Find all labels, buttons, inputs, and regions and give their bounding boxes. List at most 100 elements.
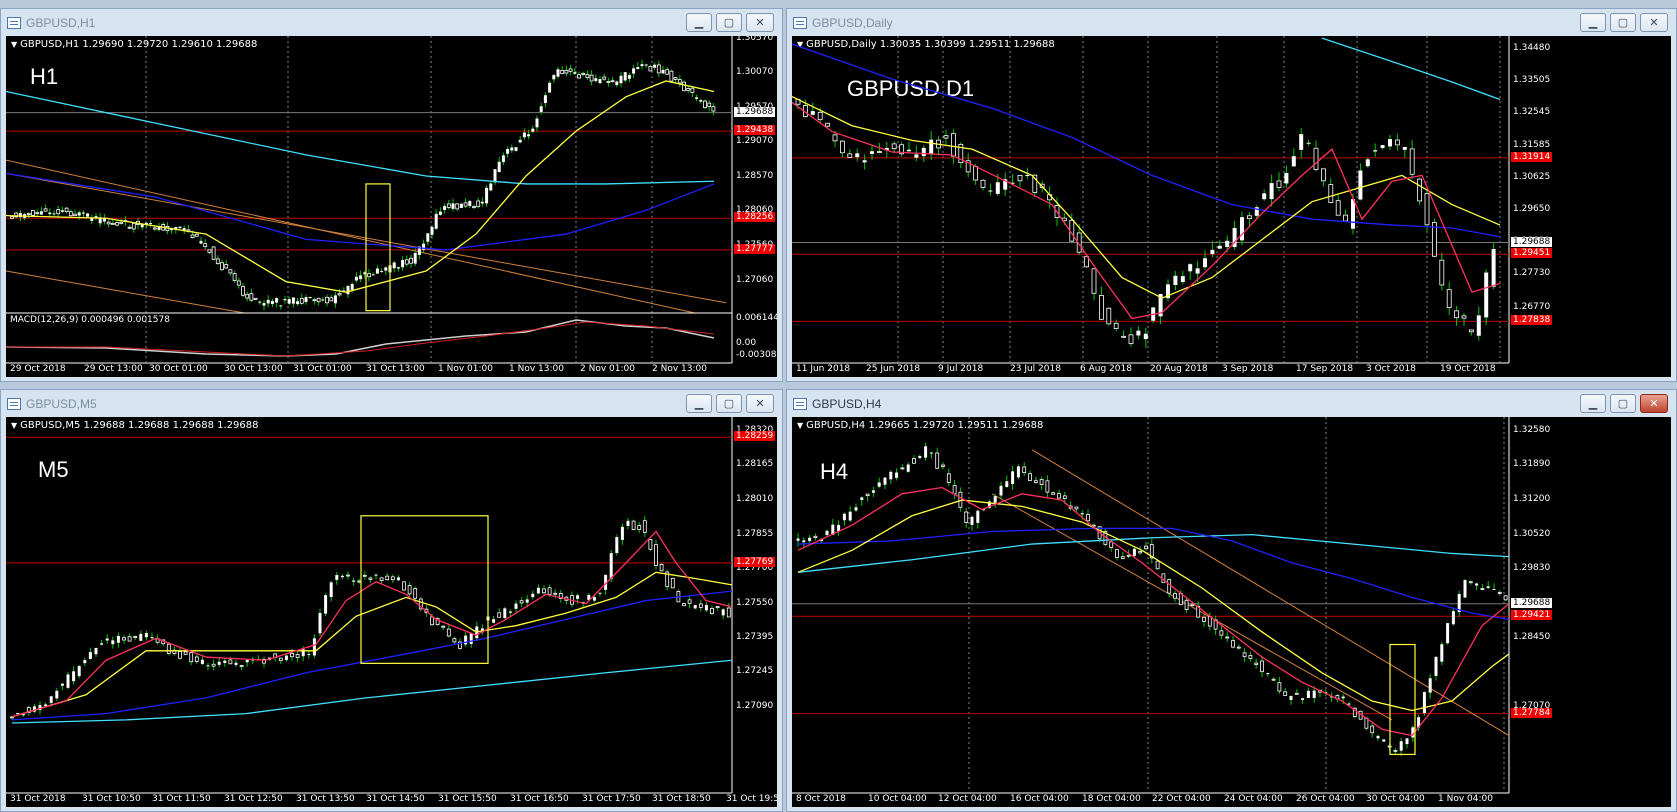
candle-body	[228, 269, 233, 274]
maximize-button[interactable]: ▢	[1610, 394, 1636, 413]
price-scale-label: 1.27060	[736, 275, 774, 285]
title-bar[interactable]: GBPUSD,Daily ▁ ▢ ✕	[787, 9, 1676, 36]
level-price-tag: 1.27777	[734, 243, 776, 254]
candle-body	[1188, 264, 1193, 272]
price-chart[interactable]: ▼ GBPUSD,H1 1.29690 1.29720 1.29610 1.296…	[6, 36, 777, 377]
price-chart[interactable]: ▼ GBPUSD,Daily 1.30035 1.30399 1.29511 1.…	[792, 36, 1671, 377]
price-scale-label: 1.28570	[736, 171, 774, 181]
minimize-icon: ▁	[694, 17, 704, 29]
chart-window-h4[interactable]: GBPUSD,H4 ▁ ▢ ✕ ▼ GBPUSD,H4 1.29665 1.297…	[786, 389, 1677, 812]
candle-body	[636, 67, 640, 70]
candle-body	[508, 611, 512, 613]
candle-body	[375, 268, 379, 274]
minimize-button[interactable]: ▁	[686, 13, 712, 32]
minimize-button[interactable]: ▁	[1580, 13, 1606, 32]
candle-body	[918, 456, 922, 459]
title-bar[interactable]: GBPUSD,M5 ▁ ▢ ✕	[1, 390, 782, 417]
candle-body	[1422, 692, 1426, 714]
candle-body	[35, 212, 40, 215]
time-axis-label: 31 Oct 14:50	[366, 794, 425, 804]
candle-body	[178, 226, 182, 229]
price-scale-label: 1.31890	[1513, 459, 1551, 469]
close-button[interactable]: ✕	[1640, 13, 1668, 32]
candle-body	[1202, 616, 1206, 622]
candle-body	[459, 203, 463, 208]
candle-body	[1062, 495, 1067, 500]
candle-body	[522, 132, 526, 138]
chart-window-h1[interactable]: GBPUSD,H1 ▁ ▢ ✕ ▼ GBPUSD,H1 1.29690 1.297…	[0, 8, 783, 382]
candle-body	[535, 118, 539, 128]
level-price-tag: 1.27784	[1511, 707, 1553, 718]
candle-body	[665, 69, 670, 75]
candle-body	[1195, 268, 1200, 274]
time-axis-label: 2 Nov 01:00	[580, 364, 635, 374]
candle-body	[68, 211, 73, 217]
candle-body	[637, 525, 642, 530]
candle-body	[178, 651, 182, 659]
maximize-button[interactable]: ▢	[716, 13, 742, 32]
candle-body	[350, 283, 354, 290]
candle-body	[55, 690, 59, 699]
price-chart[interactable]: ▼ GBPUSD,H4 1.29665 1.29720 1.29511 1.296…	[792, 417, 1671, 807]
candle-body	[1136, 330, 1141, 336]
candle-body	[86, 213, 90, 217]
candle-body	[653, 64, 657, 68]
candle-body	[1347, 703, 1351, 705]
candle-body	[964, 511, 969, 523]
candle-body	[840, 140, 845, 154]
candle-body	[497, 161, 501, 173]
candle-body	[392, 262, 396, 269]
candle-body	[682, 81, 686, 92]
price-scale-label: 1.31585	[1513, 140, 1551, 150]
candle-body	[1266, 673, 1270, 675]
chart-window-daily[interactable]: GBPUSD,Daily ▁ ▢ ✕ ▼ GBPUSD,Daily 1.30035…	[786, 8, 1677, 382]
candle-body	[413, 252, 417, 264]
candle-body	[510, 147, 514, 151]
price-chart[interactable]: ▼ GBPUSD,M5 1.29688 1.29688 1.29688 1.296…	[6, 417, 777, 807]
title-bar[interactable]: GBPUSD,H4 ▁ ▢ ✕	[787, 390, 1676, 417]
moving-average-mid	[11, 571, 733, 718]
candle-body	[52, 213, 56, 215]
close-button[interactable]: ✕	[746, 13, 774, 32]
level-price-tag: 1.27769	[734, 556, 776, 567]
candle-body	[1203, 258, 1207, 268]
candle-body	[270, 300, 274, 305]
candle-body	[1376, 735, 1380, 739]
candle-body	[258, 301, 262, 303]
candle-body	[396, 267, 400, 269]
candle-body	[60, 683, 64, 686]
candle-body	[813, 535, 818, 539]
chart-window-icon	[7, 16, 21, 29]
candle-body	[48, 212, 52, 215]
candle-body	[677, 79, 682, 84]
minimize-button[interactable]: ▁	[686, 394, 712, 413]
candle-body	[710, 607, 714, 614]
candle-body	[501, 155, 505, 163]
candle-body	[362, 574, 367, 577]
candle-body	[203, 243, 208, 248]
maximize-button[interactable]: ▢	[1610, 13, 1636, 32]
candle-body	[1313, 147, 1319, 170]
close-button[interactable]: ✕	[1640, 394, 1668, 413]
macd-signal-line	[6, 321, 715, 357]
candle-body	[656, 64, 661, 74]
candle-body	[707, 102, 712, 107]
candle-body	[1294, 692, 1299, 695]
candle-body	[1335, 200, 1341, 216]
candle-body	[1225, 240, 1230, 247]
title-bar[interactable]: GBPUSD,H1 ▁ ▢ ✕	[1, 9, 782, 36]
close-button[interactable]: ✕	[746, 394, 774, 413]
level-price-tag: 1.29438	[734, 125, 776, 136]
candle-body	[993, 496, 997, 503]
chart-window-m5[interactable]: GBPUSD,M5 ▁ ▢ ✕ ▼ GBPUSD,M5 1.29688 1.296…	[0, 389, 783, 812]
candle-body	[312, 638, 316, 656]
maximize-button[interactable]: ▢	[716, 394, 742, 413]
moving-average-slow	[797, 527, 1510, 621]
candle-body	[687, 599, 692, 604]
candle-body	[1289, 696, 1293, 700]
candle-body	[139, 633, 143, 641]
minimize-button[interactable]: ▁	[1580, 394, 1606, 413]
candle-body	[249, 293, 254, 301]
candle-body	[1299, 134, 1304, 150]
candle-body	[307, 654, 311, 656]
